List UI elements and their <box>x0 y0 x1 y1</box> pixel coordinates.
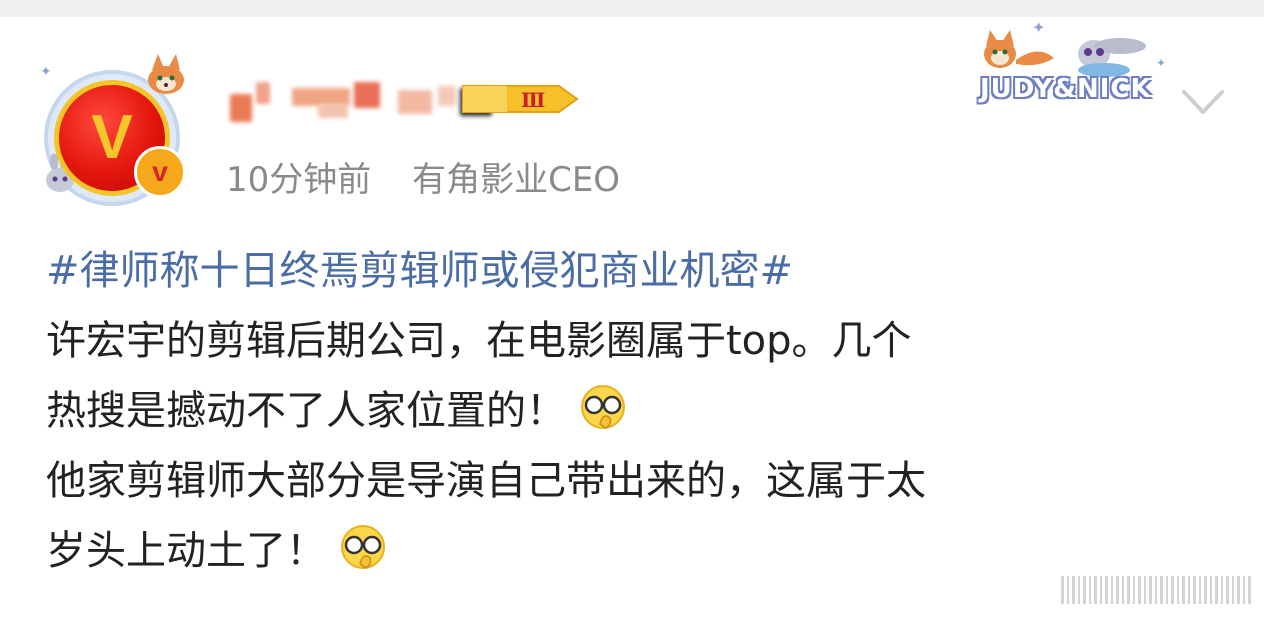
top-divider <box>0 0 1264 17</box>
hashtag-link[interactable]: #律师称十日终焉剪辑师或侵犯商业机密# <box>46 236 1246 306</box>
post-text-line: 岁头上动土了！ <box>46 528 326 574</box>
post-time: 10分钟前 <box>226 160 372 200</box>
level-badge-text: Ⅲ <box>521 88 545 112</box>
judy-nick-sticker: ✦ ✦ JUDY&NICK <box>968 18 1168 108</box>
level-badge: Ⅲ <box>462 85 579 113</box>
post-text-line: 他家剪辑师大部分是导演自己带出来的，这属于太 <box>46 458 926 504</box>
post-text-line: 许宏宇的剪辑后期公司，在电影圈属于top。几个 <box>46 318 912 364</box>
sticker-text: JUDY&NICK <box>980 74 1152 104</box>
more-icon[interactable] <box>1061 576 1253 604</box>
verified-badge: v <box>134 146 186 198</box>
facepalm-emoji <box>341 525 385 569</box>
post-source[interactable]: 有角影业CEO <box>412 160 620 200</box>
post-meta: 10分钟前 有角影业CEO <box>226 152 620 200</box>
post-text-line-with-emoji: 热搜是撼动不了人家位置的！ <box>46 376 1246 446</box>
bunny-character-icon <box>1078 38 1146 77</box>
post-text-line: 热搜是撼动不了人家位置的！ <box>46 388 566 434</box>
chevron-down-icon[interactable] <box>1180 84 1226 120</box>
fox-character-icon <box>984 30 1054 68</box>
facepalm-emoji <box>581 385 625 429</box>
sparkle-icon: ✦ <box>40 64 52 80</box>
post-content: #律师称十日终焉剪辑师或侵犯商业机密# 许宏宇的剪辑后期公司，在电影圈属于top… <box>46 236 1246 586</box>
